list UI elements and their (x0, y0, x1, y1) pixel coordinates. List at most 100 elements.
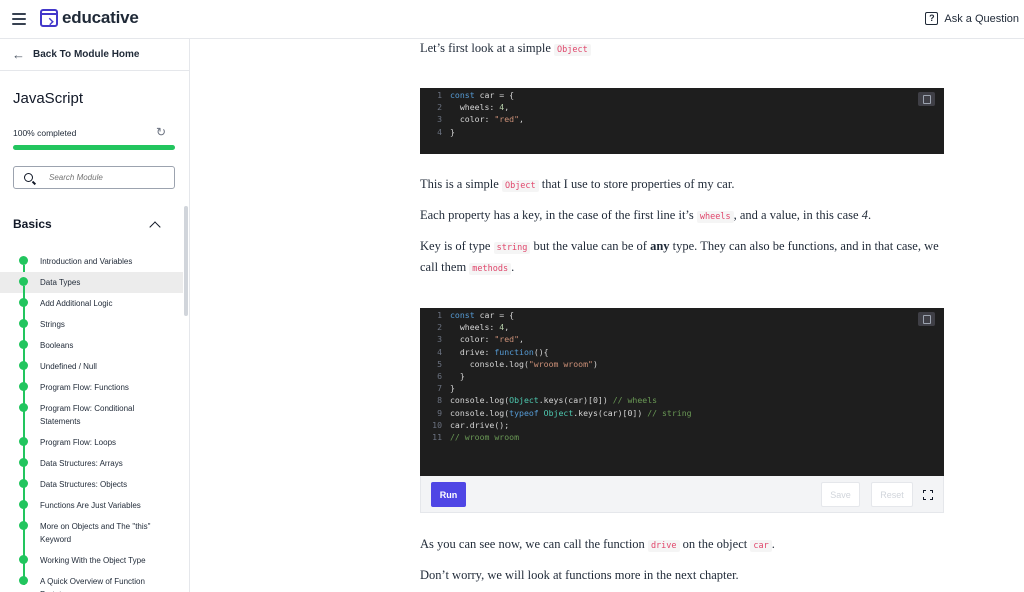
paragraph-text: , and a value, in this case (733, 208, 859, 222)
lesson-item[interactable]: Data Types (0, 272, 183, 307)
search-box[interactable] (13, 166, 175, 189)
back-to-module-link[interactable]: ← Back To Module Home (12, 47, 140, 62)
completed-dot-icon (19, 458, 28, 467)
paragraph-text: As you can see now, we can call the func… (420, 537, 645, 551)
completed-dot-icon (19, 340, 28, 349)
lesson-label: A Quick Overview of Function Prototypes (40, 577, 145, 592)
code-token: .keys(car)[0]) (538, 395, 613, 406)
lesson-label: Data Structures: Objects (40, 480, 128, 489)
inline-code: wheels (696, 211, 734, 223)
ask-question-button[interactable]: ? Ask a Question (925, 12, 1019, 25)
reset-progress-icon[interactable]: ↻ (156, 125, 166, 139)
copy-icon[interactable] (918, 312, 935, 326)
reset-button[interactable]: Reset (871, 482, 913, 507)
lesson-item[interactable]: Functions Are Just Variables (0, 495, 183, 530)
code-lines: 1 const car = {2 wheels: 4, 3 color: "red"… (420, 89, 944, 138)
paragraph-text: that I use to store properties of my car… (541, 177, 735, 191)
sidebar-scrollbar[interactable] (184, 206, 188, 316)
code-token: function (494, 346, 534, 357)
lesson-item[interactable]: Introduction and Variables (0, 251, 183, 286)
save-button[interactable]: Save (821, 482, 860, 507)
code-text: // wroom wroom (450, 431, 519, 443)
code-block[interactable]: 1 const car = {2 wheels: 4, 3 color: "red"… (420, 308, 944, 476)
code-text: color: "red", (450, 113, 524, 125)
arrow-left-icon: ← (12, 47, 25, 62)
line-number: 10 (432, 419, 442, 430)
line-number: 9 (437, 407, 442, 418)
section-title[interactable]: Basics (13, 217, 52, 231)
lesson-item[interactable]: Strings (0, 314, 183, 349)
code-text: console.log("wroom wroom") (450, 358, 598, 370)
paragraph-text: This is a simple (420, 177, 499, 191)
code-token: car = { (474, 90, 515, 100)
completed-dot-icon (19, 555, 28, 564)
paragraph: Each property has a key, in the case of … (420, 206, 944, 227)
lesson-label: Working With the Object Type (40, 556, 146, 565)
code-token: , (519, 114, 524, 125)
line-number: 3 (437, 114, 442, 125)
progress-bar-fill (13, 145, 175, 150)
back-label: Back To Module Home (33, 49, 140, 60)
code-token: , (519, 334, 524, 345)
lesson-item[interactable]: Program Flow: Loops (0, 432, 183, 467)
chevron-up-icon[interactable] (149, 221, 161, 233)
line-number: 3 (437, 334, 442, 345)
inline-code: Object (501, 180, 539, 192)
question-icon: ? (925, 12, 939, 25)
code-token: .keys(car)[0]) (573, 407, 648, 418)
logo[interactable]: educative (40, 8, 139, 28)
code-block[interactable]: 1 const car = {2 wheels: 4, 3 color: "red"… (420, 88, 944, 154)
lesson-label: Strings (40, 320, 65, 329)
lesson-item[interactable]: Booleans (0, 335, 183, 370)
code-token: Object (509, 395, 539, 406)
lesson-item[interactable]: Data Structures: Arrays (0, 453, 183, 488)
fullscreen-icon[interactable] (923, 490, 933, 500)
code-token: typeof (509, 407, 539, 418)
lesson-label: More on Objects and The "this" Keyword (40, 522, 151, 544)
code-line: 10 car.drive(); (420, 419, 944, 431)
copy-icon[interactable] (918, 92, 935, 106)
line-number: 6 (437, 371, 442, 382)
lesson-label: Data Types (40, 278, 81, 287)
line-number: 1 (437, 310, 442, 320)
code-line: 11 // wroom wroom (420, 431, 944, 443)
lesson-item[interactable]: Data Structures: Objects (0, 474, 183, 509)
lesson-label: Program Flow: Conditional Statements (40, 404, 135, 426)
code-line: 3 color: "red", (420, 333, 944, 345)
code-token: car = { (474, 310, 515, 320)
paragraph-text: Key is of type (420, 239, 491, 253)
inline-code: Object (554, 44, 591, 56)
menu-icon[interactable] (12, 13, 26, 25)
paragraph: As you can see now, we can call the func… (420, 535, 944, 556)
lesson-item[interactable]: More on Objects and The "this" Keyword (0, 516, 183, 564)
lesson-item[interactable]: Undefined / Null (0, 356, 183, 391)
code-token: const (450, 310, 475, 320)
completed-dot-icon (19, 521, 28, 530)
paragraph-text: . (771, 537, 775, 551)
search-input[interactable] (49, 173, 159, 182)
code-token: } (450, 126, 455, 137)
code-line: 2 wheels: 4, (420, 101, 944, 113)
paragraph-text: Don’t worry, we will look at functions m… (420, 568, 739, 582)
completed-dot-icon (19, 382, 28, 391)
code-text: } (450, 382, 455, 394)
lesson-item[interactable]: A Quick Overview of Function Prototypes (0, 571, 183, 592)
top-bar: educative ? Ask a Question (0, 0, 1024, 39)
run-button[interactable]: Run (431, 482, 466, 507)
line-number: 2 (437, 322, 442, 333)
code-token: drive: (450, 346, 495, 357)
completed-dot-icon (19, 361, 28, 370)
code-token: , (504, 322, 510, 333)
code-line: 6 } (420, 370, 944, 382)
code-token: // wroom wroom (450, 432, 520, 443)
lesson-item[interactable]: Program Flow: Conditional Statements (0, 398, 183, 446)
code-token: Object (543, 407, 574, 418)
code-token: "red" (494, 114, 520, 125)
lesson-item[interactable]: Working With the Object Type (0, 550, 183, 585)
code-toolbar: Run Save Reset (420, 476, 944, 513)
lesson-item[interactable]: Program Flow: Functions (0, 377, 183, 412)
paragraph: Don’t worry, we will look at functions m… (420, 566, 944, 585)
lesson-item[interactable]: Add Additional Logic (0, 293, 183, 328)
paragraph-text: . (867, 208, 872, 222)
lesson-label: Functions Are Just Variables (40, 501, 141, 510)
